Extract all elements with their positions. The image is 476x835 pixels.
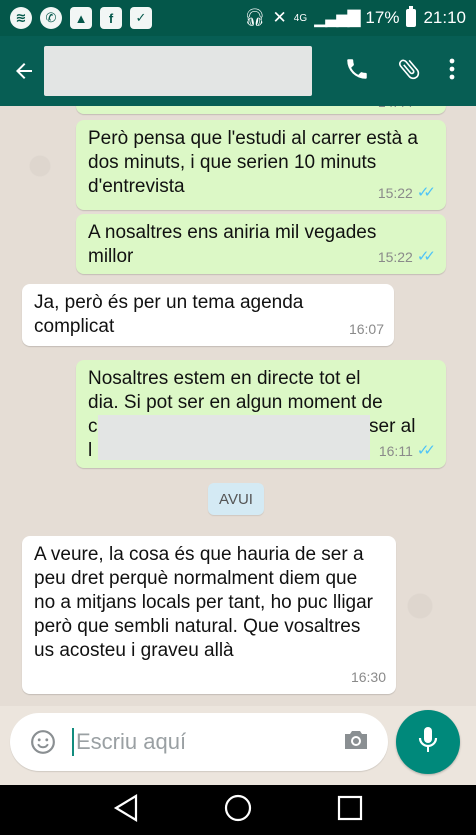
message-text-line: dia. Si pot ser en algun moment de (88, 392, 383, 413)
status-bar: ≋ ✆ ▲ f ✓ 🎧︎ ✕ 4G ▁▃▅▇ 17% 21:10 (0, 0, 476, 36)
read-ticks-icon: ✓✓ (416, 248, 436, 265)
battery-icon (406, 6, 417, 27)
message-time: 16:07 (348, 321, 384, 337)
message-input[interactable]: Escriu aquí (76, 729, 186, 755)
mute-icon: ✕ (272, 8, 287, 27)
microphone-icon (416, 725, 440, 760)
redacted-block (98, 415, 370, 460)
message-outgoing[interactable]: Nosaltres estem en directe tot el dia. S… (76, 360, 446, 468)
battery-percent: 17% (365, 8, 400, 27)
message-time: 15:22 (377, 185, 413, 201)
message-text: A veure, la cosa és que hauria de ser a … (34, 544, 374, 661)
back-nav-icon[interactable] (112, 793, 140, 828)
text-cursor (72, 728, 74, 756)
phone-icon[interactable] (344, 56, 370, 87)
back-arrow-icon[interactable] (4, 51, 44, 91)
message-outgoing[interactable]: A nosaltres ens aniria mil vegades millo… (76, 214, 446, 274)
headset-icon: 🎧︎ (243, 8, 266, 27)
message-text-fragment: c (88, 416, 98, 437)
message-text: A nosaltres ens aniria mil vegades millo… (88, 222, 377, 267)
message-time: 16:11 (378, 443, 413, 459)
read-ticks-icon: ✓✓ (416, 442, 436, 459)
message-meta: 16:30 (351, 665, 386, 689)
signal-icon: ▁▃▅▇ (314, 8, 360, 27)
message-time: 15:22 (377, 249, 413, 265)
message-meta: 15:22 ✓✓ (378, 181, 436, 205)
message-time: 14:44 (378, 106, 413, 114)
voice-message-button[interactable] (396, 710, 460, 774)
network-type: 4G (293, 12, 308, 24)
gallery-icon: ▲ (70, 7, 92, 29)
message-time: 16:30 (350, 669, 386, 685)
message-composer[interactable]: Escriu aquí (10, 713, 388, 771)
camera-icon[interactable] (342, 728, 370, 757)
system-indicators: 🎧︎ ✕ 4G ▁▃▅▇ 17% 21:10 (243, 6, 466, 28)
message-text: Però pensa que l'estudi al carrer està a… (88, 128, 418, 197)
chat-header (0, 36, 476, 106)
recents-nav-icon[interactable] (336, 794, 364, 827)
more-vert-icon[interactable] (448, 57, 456, 86)
read-ticks-icon: ✓✓ (416, 184, 436, 201)
contact-name[interactable] (44, 46, 312, 96)
message-meta: 14:44 ✓✓ (378, 106, 436, 114)
calendar-check-icon: ✓ (130, 7, 152, 29)
facebook-icon: f (100, 7, 122, 29)
message-outgoing[interactable]: Però pensa que l'estudi al carrer està a… (76, 120, 446, 210)
message-text-line: Nosaltres estem en directe tot el (88, 368, 361, 389)
read-ticks-icon: ✓✓ (417, 106, 436, 114)
message-text-fragment: ser al (369, 416, 416, 437)
emoji-icon[interactable] (28, 727, 58, 757)
home-nav-icon[interactable] (223, 793, 253, 828)
message-meta: 16:07 (349, 317, 384, 341)
whatsapp-icon: ✆ (40, 7, 62, 29)
message-incoming[interactable]: Ja, però és per un tema agenda complicat… (22, 284, 394, 346)
notification-icons: ≋ ✆ ▲ f ✓ (10, 7, 152, 29)
message-outgoing[interactable]: 14:44 ✓✓ (76, 106, 446, 114)
message-meta: 15:22 ✓✓ (378, 245, 436, 269)
message-text-fragment: l (88, 440, 93, 461)
message-meta: 16:11 ✓✓ (379, 439, 436, 463)
message-list[interactable]: 14:44 ✓✓ Però pensa que l'estudi al carr… (0, 106, 476, 706)
message-text: Ja, però és per un tema agenda complicat (34, 292, 304, 337)
spotify-icon: ≋ (10, 7, 32, 29)
paperclip-icon[interactable] (396, 56, 422, 87)
clock: 21:10 (423, 8, 466, 27)
message-incoming[interactable]: A veure, la cosa és que hauria de ser a … (22, 536, 396, 694)
date-divider: AVUI (208, 483, 264, 515)
system-navigation-bar (0, 785, 476, 835)
